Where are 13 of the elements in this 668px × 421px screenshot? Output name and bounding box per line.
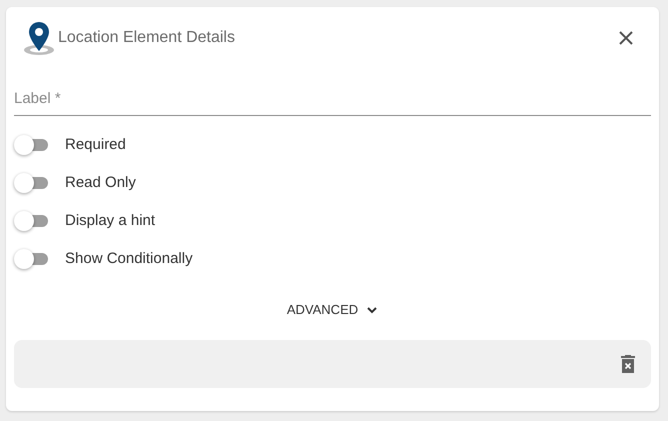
dialog-title: Location Element Details xyxy=(58,28,235,48)
advanced-button[interactable]: ADVANCED xyxy=(286,300,378,320)
delete-button[interactable] xyxy=(621,354,635,372)
toggle-label: Display a hint xyxy=(65,210,156,231)
toggle-switch[interactable] xyxy=(14,135,50,155)
toggle-label: Show Conditionally xyxy=(65,248,193,269)
toggle-label: Required xyxy=(65,134,126,155)
toggle-label: Read Only xyxy=(65,172,136,193)
toggle-switch[interactable] xyxy=(14,249,50,269)
toggle-switch[interactable] xyxy=(14,173,50,193)
toggle-switch[interactable] xyxy=(14,211,50,231)
label-field[interactable]: Label * xyxy=(14,88,651,110)
location-pin-icon xyxy=(22,20,56,56)
